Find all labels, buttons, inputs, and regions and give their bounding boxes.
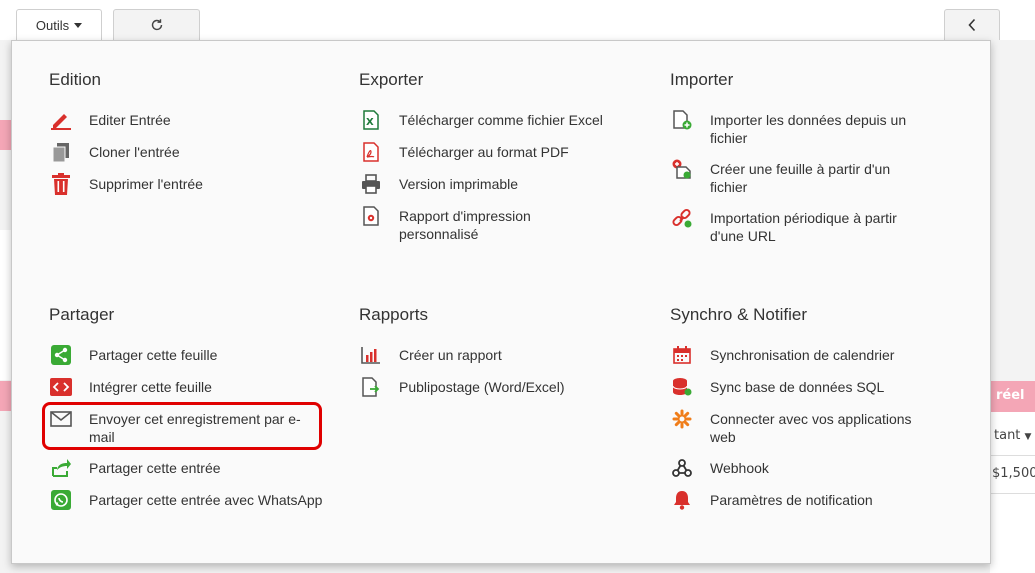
- section-title: Synchro & Notifier: [670, 305, 807, 324]
- printer-icon: [359, 174, 383, 194]
- calendar-icon: [670, 345, 694, 365]
- section-rapports: Rapports Créer un rapport Publipostage (…: [359, 305, 649, 409]
- menu-item-share-whatsapp[interactable]: Partager cette entrée avec WhatsApp: [49, 490, 339, 510]
- background-cell-value: $1,500: [992, 466, 1035, 481]
- share-arrow-icon: [49, 458, 73, 478]
- pdf-file-icon: [359, 142, 383, 162]
- caret-down-icon: [74, 22, 83, 28]
- share-icon: [49, 345, 73, 365]
- tools-dropdown-button[interactable]: Outils: [16, 9, 102, 40]
- menu-item-custom-print-report[interactable]: Rapport d'impression personnalisé: [359, 206, 649, 243]
- menu-item-create-report[interactable]: Créer un rapport: [359, 345, 649, 365]
- section-title: Edition: [49, 70, 101, 89]
- section-exporter: Exporter X Télécharger comme fichier Exc…: [359, 70, 649, 255]
- section-title: Partager: [49, 305, 115, 324]
- sheet-create-icon: [670, 159, 694, 179]
- report-settings-icon: [359, 206, 383, 226]
- menu-item-download-excel[interactable]: X Télécharger comme fichier Excel: [359, 110, 649, 130]
- pencil-icon: [49, 110, 73, 130]
- section-synchro: Synchro & Notifier Synchronisation de ca…: [670, 305, 960, 522]
- bell-icon: [670, 490, 694, 510]
- tools-label: Outils: [35, 17, 70, 33]
- chevron-left-icon: [968, 18, 976, 32]
- menu-item-share-entry[interactable]: Partager cette entrée: [49, 458, 339, 478]
- tools-menu-panel: Edition Editer Entrée Cloner l'entrée Su…: [11, 40, 991, 564]
- webhook-icon: [670, 458, 694, 478]
- menu-item-download-pdf[interactable]: Télécharger au format PDF: [359, 142, 649, 162]
- menu-item-mail-merge[interactable]: Publipostage (Word/Excel): [359, 377, 649, 397]
- menu-item-embed-sheet[interactable]: Intégrer cette feuille: [49, 377, 339, 397]
- column-header-text: réel: [996, 388, 1025, 403]
- trash-icon: [49, 173, 73, 195]
- menu-item-import-from-file[interactable]: Importer les données depuis un fichier: [670, 110, 960, 147]
- whatsapp-icon: [49, 490, 73, 510]
- menu-item-notification-settings[interactable]: Paramètres de notification: [670, 490, 960, 510]
- menu-item-edit-entry[interactable]: Editer Entrée: [49, 110, 339, 130]
- file-import-icon: [670, 110, 694, 130]
- background-column-header: réel: [990, 381, 1035, 412]
- collapse-button[interactable]: [944, 9, 1000, 40]
- menu-item-share-sheet[interactable]: Partager cette feuille: [49, 345, 339, 365]
- excel-file-icon: X: [359, 110, 383, 130]
- database-icon: [670, 377, 694, 397]
- svg-text:X: X: [366, 117, 374, 128]
- menu-item-periodic-import-url[interactable]: Importation périodique à partir d'une UR…: [670, 208, 960, 245]
- highlight-ring: [42, 402, 322, 450]
- section-title: Rapports: [359, 305, 428, 324]
- section-importer: Importer Importer les données depuis un …: [670, 70, 960, 257]
- document-export-icon: [359, 377, 383, 397]
- link-import-icon: [670, 208, 694, 228]
- menu-item-webhook[interactable]: Webhook: [670, 458, 960, 478]
- section-title: Importer: [670, 70, 734, 89]
- background-divider: [990, 455, 1035, 456]
- embed-code-icon: [49, 377, 73, 397]
- refresh-button[interactable]: [113, 9, 200, 40]
- copy-icon: [49, 142, 73, 162]
- section-title: Exporter: [359, 70, 424, 89]
- bar-chart-icon: [359, 345, 383, 365]
- zapier-asterisk-icon: [670, 409, 694, 429]
- menu-item-sql-sync[interactable]: Sync base de données SQL: [670, 377, 960, 397]
- background-divider: [990, 493, 1035, 494]
- menu-item-calendar-sync[interactable]: Synchronisation de calendrier: [670, 345, 960, 365]
- menu-item-connect-apps[interactable]: Connecter avec vos applications web: [670, 409, 960, 446]
- section-edition: Edition Editer Entrée Cloner l'entrée Su…: [49, 70, 339, 206]
- menu-item-printable-version[interactable]: Version imprimable: [359, 174, 649, 194]
- menu-item-clone-entry[interactable]: Cloner l'entrée: [49, 142, 339, 162]
- background-column-label: tant ▼: [994, 428, 1032, 443]
- menu-item-create-sheet-from-file[interactable]: Créer une feuille à partir d'un fichier: [670, 159, 960, 196]
- menu-item-delete-entry[interactable]: Supprimer l'entrée: [49, 173, 339, 195]
- refresh-icon: [151, 19, 162, 31]
